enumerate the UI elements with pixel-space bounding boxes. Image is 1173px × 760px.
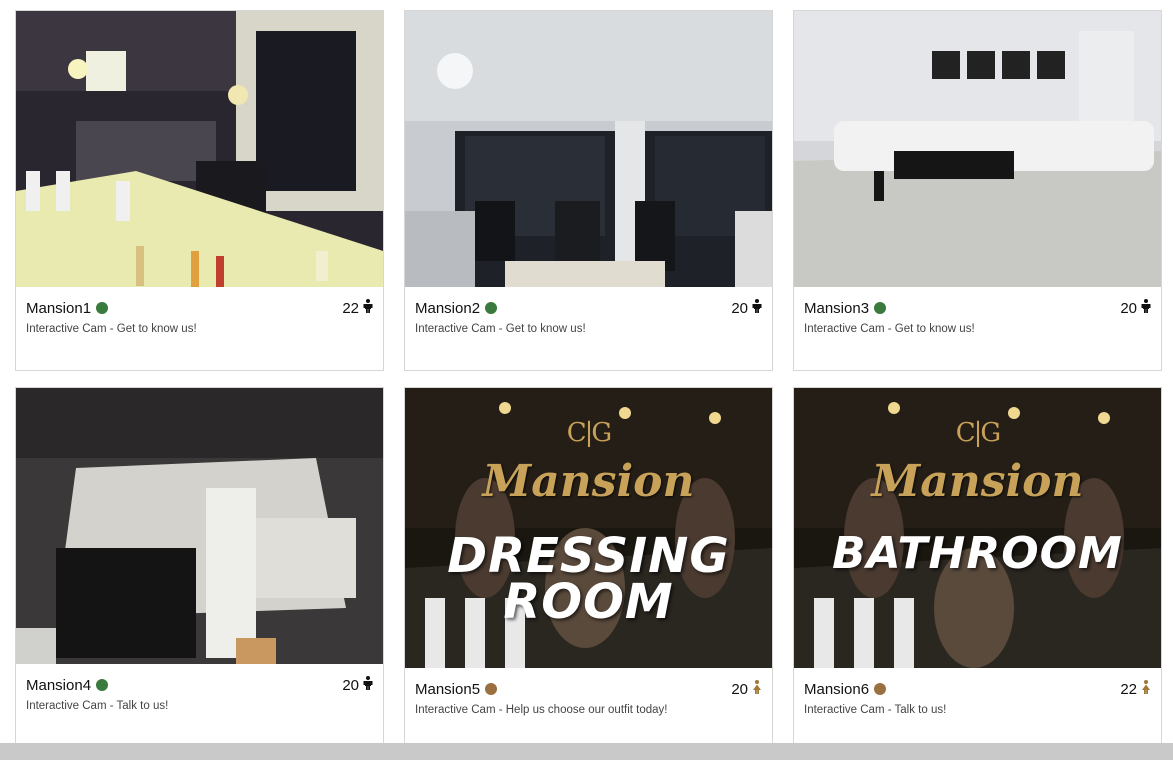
premium-status-dot xyxy=(874,683,887,695)
male-person-icon xyxy=(363,299,373,317)
cam-thumbnail[interactable] xyxy=(16,11,383,287)
online-status-dot xyxy=(485,302,498,314)
cam-info: Mansion1 22 Interactive Cam - Get to kno… xyxy=(16,287,383,369)
viewer-count: 22 xyxy=(1120,680,1137,698)
cam-name[interactable]: Mansion5 xyxy=(415,681,480,698)
cam-name[interactable]: Mansion3 xyxy=(804,300,869,317)
cam-info: Mansion3 20 Interactive Cam - Get to kno… xyxy=(794,287,1161,369)
cam-description: Interactive Cam - Talk to us! xyxy=(26,700,169,712)
male-person-icon xyxy=(1141,299,1151,317)
cam-thumbnail[interactable] xyxy=(405,11,772,287)
cam-grid: Mansion1 22 Interactive Cam - Get to kno… xyxy=(15,10,1162,748)
cam-card-mansion4[interactable]: Mansion4 20 Interactive Cam - Talk to us… xyxy=(15,387,384,748)
cam-name[interactable]: Mansion1 xyxy=(26,300,91,317)
cam-description: Interactive Cam - Get to know us! xyxy=(415,323,586,335)
online-status-dot xyxy=(874,302,887,314)
cam-card-mansion3[interactable]: Mansion3 20 Interactive Cam - Get to kno… xyxy=(793,10,1162,371)
female-person-icon xyxy=(1141,680,1151,698)
male-person-icon xyxy=(752,299,762,317)
cam-description: Interactive Cam - Help us choose our out… xyxy=(415,704,668,716)
cam-card-mansion2[interactable]: Mansion2 20 Interactive Cam - Get to kno… xyxy=(404,10,773,371)
cam-info: Mansion5 20 Interactive Cam - Help us ch… xyxy=(405,668,772,750)
female-person-icon xyxy=(752,680,762,698)
cam-description: Interactive Cam - Get to know us! xyxy=(804,323,975,335)
online-status-dot xyxy=(96,302,109,314)
thumb-brand: Mansion xyxy=(871,456,1084,507)
premium-status-dot xyxy=(485,683,498,695)
viewer-count: 20 xyxy=(731,680,748,698)
viewer-count: 22 xyxy=(342,299,359,317)
thumb-brand: Mansion xyxy=(482,456,695,507)
cam-card-mansion1[interactable]: Mansion1 22 Interactive Cam - Get to kno… xyxy=(15,10,384,371)
cam-name[interactable]: Mansion6 xyxy=(804,681,869,698)
cam-info: Mansion4 20 Interactive Cam - Talk to us… xyxy=(16,664,383,746)
viewer-count: 20 xyxy=(1120,299,1137,317)
cam-name[interactable]: Mansion4 xyxy=(26,677,91,694)
cam-info: Mansion2 20 Interactive Cam - Get to kno… xyxy=(405,287,772,369)
brand-monogram-icon: C|G xyxy=(955,418,1001,448)
male-person-icon xyxy=(363,676,373,694)
cam-card-mansion6[interactable]: C|G Mansion BATHROOM Mansion6 22 Interac… xyxy=(793,387,1162,748)
online-status-dot xyxy=(96,679,109,691)
cam-info: Mansion6 22 Interactive Cam - Talk to us… xyxy=(794,668,1161,750)
cam-description: Interactive Cam - Talk to us! xyxy=(804,704,947,716)
cam-description: Interactive Cam - Get to know us! xyxy=(26,323,197,335)
thumb-title-line2: ROOM xyxy=(503,574,674,630)
cam-card-mansion5[interactable]: C|G Mansion DRESSING ROOM Mansion5 20 In… xyxy=(404,387,773,748)
viewer-count: 20 xyxy=(731,299,748,317)
viewer-count: 20 xyxy=(342,676,359,694)
thumb-title-line1: BATHROOM xyxy=(832,528,1123,579)
cam-thumbnail[interactable]: C|G Mansion BATHROOM xyxy=(794,388,1161,668)
brand-monogram-icon: C|G xyxy=(566,418,612,448)
horizontal-scrollbar[interactable] xyxy=(0,743,1173,760)
cam-thumbnail[interactable] xyxy=(16,388,383,664)
cam-thumbnail[interactable] xyxy=(794,11,1161,287)
cam-name[interactable]: Mansion2 xyxy=(415,300,480,317)
cam-thumbnail[interactable]: C|G Mansion DRESSING ROOM xyxy=(405,388,772,668)
